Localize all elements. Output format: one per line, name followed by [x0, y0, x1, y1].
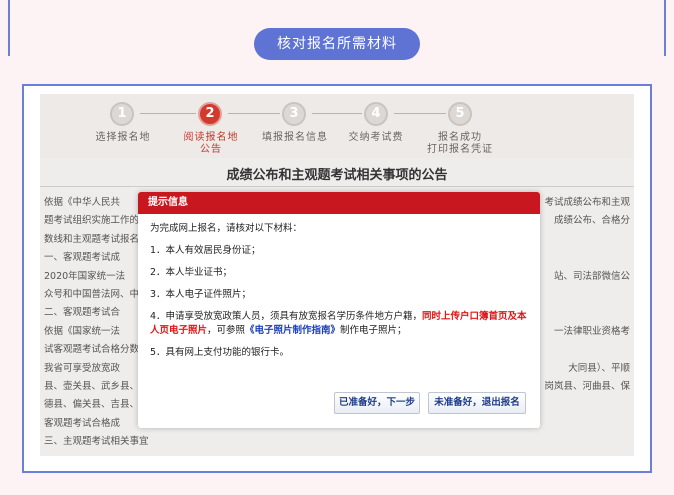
- dialog-intro: 为完成网上报名，请核对以下材料：: [150, 223, 303, 234]
- step-5-label: 报名成功 打印报名凭证: [427, 132, 493, 155]
- notice-line-left: 一、客观题考试成: [44, 252, 121, 264]
- item4-text: 4．申请享受放宽政策人员，须具有放宽报名学历条件地方户籍，: [150, 311, 423, 322]
- notice-line-left: 县、壶关县、武乡县、: [44, 381, 140, 392]
- notice-line-right: 成绩公布、合格分: [553, 215, 630, 227]
- step-connector: [312, 113, 362, 114]
- step-3-label: 填报报名信息: [262, 132, 328, 143]
- material-item: 2．本人毕业证书；: [150, 267, 233, 278]
- right-border-line: [664, 0, 666, 56]
- notice-line-left: 德县、偏关县、吉县、: [44, 399, 140, 411]
- notice-line-right: 站、司法部微信公: [553, 270, 630, 282]
- notice-line-right: 大同县）、平顺: [568, 362, 630, 374]
- step-2-circle: 2: [198, 102, 222, 126]
- left-border-line: [8, 0, 10, 56]
- material-item: 3．本人电子证件照片；: [150, 289, 252, 300]
- notice-title: 成绩公布和主观题考试相关事项的公告: [226, 168, 448, 183]
- notice-line-right: 一法律职业资格考: [553, 325, 630, 337]
- divider: [40, 186, 634, 187]
- notice-line: 三、主观题考试相关事宜: [40, 435, 634, 449]
- step-connector: [394, 113, 446, 114]
- notice-line-left: 我省可享受放宽政: [44, 362, 121, 374]
- notice-line-left: 依据《国家统一法: [44, 325, 121, 337]
- step-1-circle: 1: [110, 102, 134, 126]
- progress-steps: 1 2 3 4 5 选择报名地 阅读报名地 公告 填报报名信息 交纳考试费 报名…: [40, 94, 634, 158]
- notice-line-left: 依据《中华人民共: [44, 197, 121, 208]
- notice-line-left: 2020年国家统一法: [44, 270, 126, 282]
- not-ready-exit-button[interactable]: 未准备好，退出报名: [428, 392, 526, 414]
- step-connector: [140, 113, 196, 114]
- item4-text: 制作电子照片；: [340, 325, 407, 336]
- notice-line-right: 岗岚县、河曲县、保: [544, 381, 630, 392]
- notice-line-right: 考试成绩公布和主观: [544, 197, 630, 208]
- notice-line-left: 三、主观题考试相关事宜: [44, 436, 149, 448]
- notice-line-left: 众号和中国普法网、中: [44, 289, 140, 300]
- ready-next-button[interactable]: 已准备好，下一步: [334, 392, 420, 414]
- dialog-title: 提示信息: [138, 192, 540, 214]
- dialog-body: 为完成网上报名，请核对以下材料： 1．本人有效居民身份证； 2．本人毕业证书； …: [138, 214, 540, 360]
- item4-text: ，可参照: [207, 325, 246, 336]
- material-item: 4．申请享受放宽政策人员，须具有放宽报名学历条件地方户籍，同时上传户口簿首页及本…: [150, 310, 528, 338]
- step-4-label: 交纳考试费: [348, 132, 404, 143]
- step-connector: [228, 113, 280, 114]
- notice-line-left: 试客观题考试合格分数: [44, 344, 140, 356]
- step-2-label: 阅读报名地 公告: [183, 132, 239, 155]
- notice-line-left: 题考试组织实施工作的: [44, 215, 140, 227]
- prompt-dialog: 提示信息 为完成网上报名，请核对以下材料： 1．本人有效居民身份证； 2．本人毕…: [138, 192, 540, 428]
- notice-line-left: 二、客观题考试合: [44, 307, 121, 319]
- notice-line-left: 数线和主观题考试报名: [44, 233, 140, 245]
- material-item: 5．具有网上支付功能的银行卡。: [150, 347, 290, 358]
- section-title: 核对报名所需材料: [254, 28, 420, 60]
- notice-line-left: 客观题考试合格成: [44, 417, 121, 429]
- step-1-label: 选择报名地: [95, 132, 151, 143]
- step-5-circle: 5: [448, 102, 472, 126]
- screenshot-frame: 1 2 3 4 5 选择报名地 阅读报名地 公告 填报报名信息 交纳考试费 报名…: [22, 84, 652, 473]
- step-4-circle: 4: [364, 102, 388, 126]
- photo-guide-link[interactable]: 《电子照片制作指南》: [245, 325, 340, 336]
- step-3-circle: 3: [282, 102, 306, 126]
- material-item: 1．本人有效居民身份证；: [150, 245, 261, 256]
- registration-page: 1 2 3 4 5 选择报名地 阅读报名地 公告 填报报名信息 交纳考试费 报名…: [40, 94, 634, 456]
